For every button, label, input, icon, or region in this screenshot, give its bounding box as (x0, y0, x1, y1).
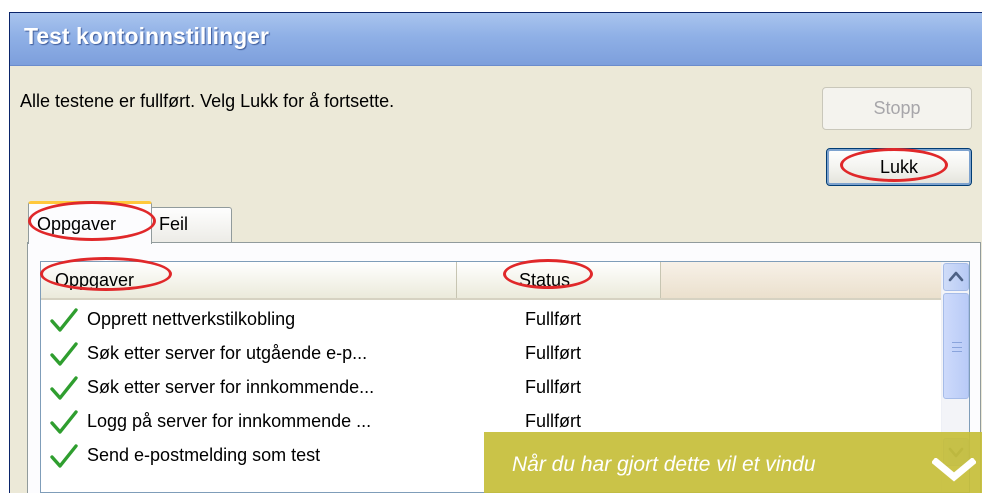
task-name: Søk etter server for utgående e-p... (87, 343, 368, 363)
caption-banner: Når du har gjort dette vil et vindu (484, 432, 982, 493)
column-header-filler (661, 262, 941, 298)
task-status: Fullført (525, 343, 581, 363)
stop-button[interactable]: Stopp (822, 87, 972, 130)
scroll-up-button[interactable] (943, 263, 969, 291)
check-icon (50, 376, 78, 400)
check-icon (50, 308, 78, 332)
grip-icon (952, 342, 962, 352)
task-name: Logg på server for innkommende ... (87, 411, 372, 431)
tab-errors[interactable]: Feil (150, 207, 232, 243)
status-message: Alle testene er fullført. Velg Lukk for … (20, 91, 395, 111)
chevron-down-icon[interactable] (932, 458, 976, 482)
task-status: Fullført (525, 411, 581, 431)
title-bar: Test kontoinnstillinger (10, 13, 982, 66)
list-item[interactable]: Søk etter server for utgående e-p... Ful… (41, 336, 941, 370)
caption-text: Når du har gjort dette vil et vindu (512, 453, 816, 476)
list-item[interactable]: Søk etter server for innkommende... Full… (41, 370, 941, 404)
close-button[interactable]: Lukk (826, 148, 972, 186)
arrow-up-icon (948, 271, 964, 282)
test-account-settings-dialog: Test kontoinnstillinger Alle testene er … (9, 12, 982, 493)
window-title: Test kontoinnstillinger (24, 23, 269, 49)
screenshot: Test kontoinnstillinger Alle testene er … (0, 0, 982, 493)
column-header-tasks[interactable]: Oppgaver (41, 262, 457, 298)
check-icon (50, 342, 78, 366)
list-item[interactable]: Opprett nettverkstilkobling Fullført (41, 302, 941, 336)
task-status: Fullført (525, 377, 581, 397)
task-name: Søk etter server for innkommende... (87, 377, 375, 397)
task-name: Send e-postmelding som test (87, 445, 321, 465)
task-status: Fullført (525, 309, 581, 329)
tab-tasks[interactable]: Oppgaver (28, 201, 152, 244)
check-icon (50, 444, 78, 468)
list-header: Oppgaver Status (41, 262, 941, 300)
task-name: Opprett nettverkstilkobling (87, 309, 296, 329)
check-icon (50, 410, 78, 434)
scroll-thumb[interactable] (943, 293, 969, 399)
column-header-status[interactable]: Status (457, 262, 661, 298)
